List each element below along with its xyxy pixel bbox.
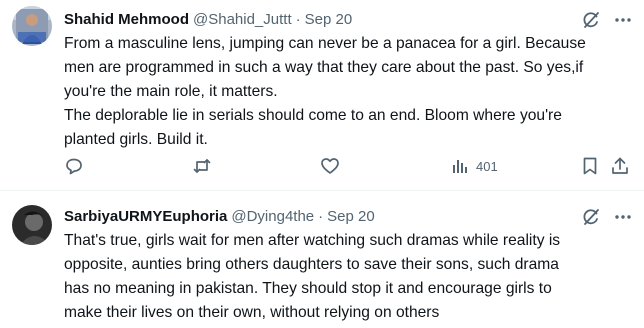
- like-icon[interactable]: [320, 155, 340, 177]
- grok-icon[interactable]: [580, 206, 602, 228]
- views-button[interactable]: 401: [450, 155, 498, 177]
- views-icon: [453, 160, 467, 173]
- bookmark-icon[interactable]: [580, 155, 600, 177]
- more-icon[interactable]: [612, 206, 634, 228]
- author-name[interactable]: Shahid Mehmood: [64, 11, 189, 28]
- tweet[interactable]: Shahid Mehmood @Shahid_Juttt · Sep 20 Fr…: [0, 0, 644, 190]
- reply-icon[interactable]: [64, 155, 84, 177]
- author-handle[interactable]: @Shahid_Juttt: [193, 11, 292, 28]
- author-handle[interactable]: @Dying4the: [231, 208, 314, 225]
- tweet[interactable]: SarbiyaURMYEuphoria @Dying4the · Sep 20 …: [0, 191, 644, 328]
- tweet-date[interactable]: Sep 20: [327, 208, 375, 225]
- tweet-header: Shahid Mehmood @Shahid_Juttt · Sep 20: [64, 8, 352, 30]
- retweet-icon[interactable]: [192, 155, 212, 177]
- separator-dot: ·: [318, 207, 324, 225]
- avatar[interactable]: [12, 205, 52, 245]
- tweet-actions: 401: [62, 155, 634, 177]
- more-icon[interactable]: [612, 9, 634, 31]
- tweet-header: SarbiyaURMYEuphoria @Dying4the · Sep 20: [64, 205, 375, 227]
- tweet-text: From a masculine lens, jumping can never…: [64, 35, 586, 148]
- views-count: 401: [476, 158, 498, 174]
- author-name[interactable]: SarbiyaURMYEuphoria: [64, 208, 227, 225]
- share-icon[interactable]: [610, 155, 630, 177]
- grok-icon[interactable]: [580, 9, 602, 31]
- avatar[interactable]: [12, 6, 52, 46]
- separator-dot: ·: [295, 10, 301, 28]
- tweet-text: That's true, girls wait for men after wa…: [64, 232, 561, 321]
- tweet-date[interactable]: Sep 20: [305, 11, 353, 28]
